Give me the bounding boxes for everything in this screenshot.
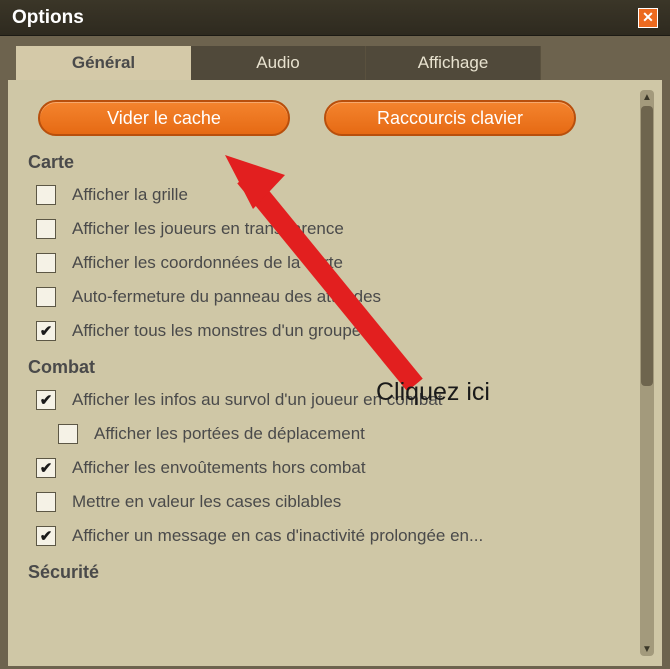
section-heading-map: Carte: [28, 152, 634, 173]
checkbox-show-grid[interactable]: [36, 185, 56, 205]
option-label: Afficher un message en cas d'inactivité …: [72, 526, 483, 546]
option-row: Afficher un message en cas d'inactivité …: [36, 522, 634, 550]
tab-general[interactable]: Général: [16, 46, 191, 80]
option-row: Afficher les infos au survol d'un joueur…: [36, 386, 634, 414]
tab-bar: Général Audio Affichage: [0, 36, 670, 80]
button-row: Vider le cache Raccourcis clavier: [38, 100, 634, 136]
checkbox-auto-close-attitudes[interactable]: [36, 287, 56, 307]
checkbox-inactivity-message[interactable]: [36, 526, 56, 546]
checkbox-highlight-targetable[interactable]: [36, 492, 56, 512]
keyboard-shortcuts-button[interactable]: Raccourcis clavier: [324, 100, 576, 136]
checkbox-show-all-monsters[interactable]: [36, 321, 56, 341]
option-label: Afficher les portées de déplacement: [94, 424, 365, 444]
checkbox-bewitchments-offcombat[interactable]: [36, 458, 56, 478]
checkbox-movement-range[interactable]: [58, 424, 78, 444]
option-row: Mettre en valeur les cases ciblables: [36, 488, 634, 516]
option-label: Afficher les infos au survol d'un joueur…: [72, 390, 443, 410]
option-label: Auto-fermeture du panneau des attitudes: [72, 287, 381, 307]
option-label: Afficher les coordonnées de la carte: [72, 253, 343, 273]
tab-audio[interactable]: Audio: [191, 46, 366, 80]
checkbox-hover-info-combat[interactable]: [36, 390, 56, 410]
option-label: Mettre en valeur les cases ciblables: [72, 492, 341, 512]
close-button[interactable]: ✕: [638, 8, 658, 28]
option-row: Afficher les envoûtements hors combat: [36, 454, 634, 482]
window-title: Options: [12, 7, 84, 29]
option-row: Afficher les coordonnées de la carte: [36, 249, 634, 277]
option-label: Afficher les joueurs en transparence: [72, 219, 344, 239]
scrollbar-thumb[interactable]: [641, 106, 653, 386]
options-window: Options ✕ Général Audio Affichage Vider …: [0, 0, 670, 669]
option-row: Afficher les portées de déplacement: [58, 420, 634, 448]
section-heading-security: Sécurité: [28, 562, 634, 583]
option-row: Afficher tous les monstres d'un groupe: [36, 317, 634, 345]
titlebar: Options ✕: [0, 0, 670, 36]
scroll-area: Vider le cache Raccourcis clavier Carte …: [28, 100, 634, 654]
option-row: Afficher les joueurs en transparence: [36, 215, 634, 243]
close-icon: ✕: [642, 9, 654, 26]
clear-cache-button[interactable]: Vider le cache: [38, 100, 290, 136]
option-label: Afficher la grille: [72, 185, 188, 205]
options-panel: Vider le cache Raccourcis clavier Carte …: [8, 80, 662, 666]
option-row: Afficher la grille: [36, 181, 634, 209]
tab-display[interactable]: Affichage: [366, 46, 541, 80]
checkbox-players-transparent[interactable]: [36, 219, 56, 239]
option-label: Afficher tous les monstres d'un groupe: [72, 321, 361, 341]
option-row: Auto-fermeture du panneau des attitudes: [36, 283, 634, 311]
option-label: Afficher les envoûtements hors combat: [72, 458, 366, 478]
scrollbar-up-icon[interactable]: ▲: [640, 90, 654, 104]
scrollbar-down-icon[interactable]: ▼: [640, 642, 654, 656]
section-heading-combat: Combat: [28, 357, 634, 378]
scrollbar[interactable]: ▲ ▼: [640, 90, 654, 656]
checkbox-show-coords[interactable]: [36, 253, 56, 273]
